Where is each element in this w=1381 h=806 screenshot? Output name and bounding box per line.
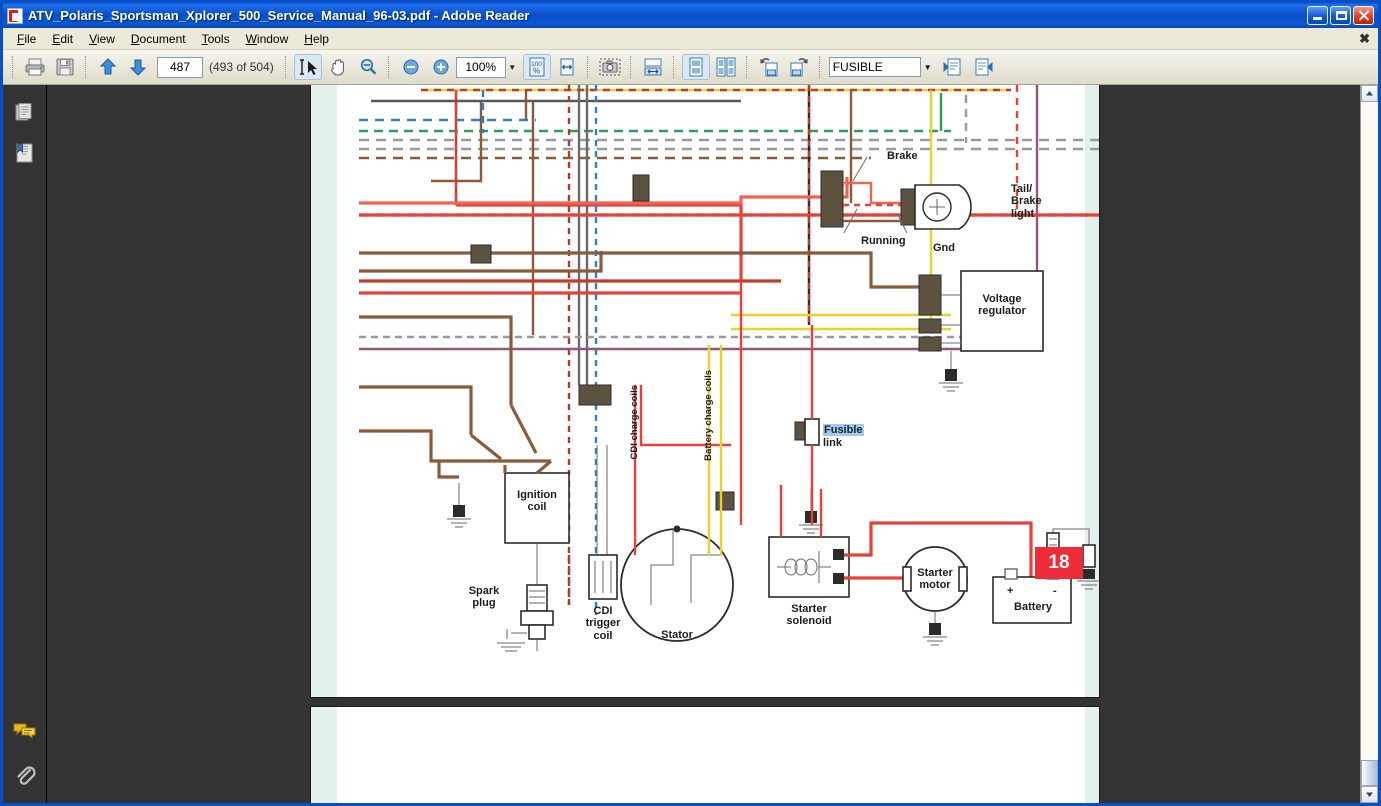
label-tail-brake-light: Tail/ Brake light — [1011, 183, 1042, 220]
pdf-document-icon — [7, 7, 23, 24]
label-cdi-trigger-coil: CDI trigger coil — [585, 605, 621, 642]
menu-window[interactable]: Window — [238, 30, 297, 48]
toolbar-separator — [586, 56, 590, 78]
maximize-button[interactable] — [1330, 6, 1351, 25]
zoom-in-icon[interactable] — [427, 54, 455, 80]
hand-icon[interactable] — [324, 54, 352, 80]
close-window-button[interactable] — [1353, 6, 1374, 25]
label-fusible: Fusible — [823, 424, 864, 436]
comments-panel-icon[interactable] — [12, 717, 38, 745]
pdf-page-488: 488 WIRING DIAGRAMS — [311, 707, 1099, 803]
arrow-down-icon[interactable] — [124, 54, 152, 80]
select-text-icon[interactable] — [293, 54, 322, 80]
document-viewport[interactable]: .w{fill:none;stroke-width:3.2} .w2{fill:… — [47, 85, 1360, 803]
rotate-clockwise-icon[interactable] — [785, 54, 813, 80]
printer-icon[interactable] — [21, 54, 49, 80]
menu-help[interactable]: Help — [296, 30, 337, 48]
scrollbar-thumb[interactable] — [1361, 760, 1378, 786]
search-highlight-fusible: Fusible — [823, 424, 864, 436]
pages-panel-icon[interactable] — [12, 99, 38, 127]
arrow-up-icon[interactable] — [94, 54, 122, 80]
page-margin-left — [311, 707, 337, 803]
previous-search-result-icon[interactable] — [939, 54, 967, 80]
toolbar-separator — [387, 56, 391, 78]
facing-pages-view-icon[interactable] — [712, 54, 740, 80]
label-battery-minus: - — [1053, 585, 1057, 597]
label-ignition-coil: Ignition coil — [517, 489, 557, 514]
adobe-reader-window: ATV_Polaris_Sportsman_Xplorer_500_Servic… — [0, 0, 1381, 806]
label-gnd: Gnd — [933, 242, 955, 254]
pdf-page-487: .w{fill:none;stroke-width:3.2} .w2{fill:… — [311, 85, 1099, 697]
menu-edit[interactable]: Edit — [44, 30, 81, 48]
label-battery: Battery — [1014, 601, 1052, 613]
label-starter-motor: Starter motor — [917, 567, 953, 592]
label-cdi-charge-coils: CDI charge coils — [629, 385, 640, 460]
window-controls — [1307, 6, 1376, 25]
attachments-panel-icon[interactable] — [12, 761, 38, 789]
menu-document[interactable]: Document — [123, 30, 194, 48]
page-corner-badge: 18 — [1035, 547, 1083, 579]
close-document-icon[interactable]: ✖ — [1359, 32, 1370, 45]
toolbar-separator — [818, 56, 822, 78]
zoom-out-icon[interactable] — [397, 54, 425, 80]
chevron-down-icon[interactable]: ▼ — [506, 58, 519, 77]
bookmarks-panel-icon[interactable] — [12, 139, 38, 167]
label-link: link — [823, 437, 842, 449]
label-battery-plus: + — [1007, 585, 1014, 597]
fit-page-icon[interactable] — [639, 54, 667, 80]
window-title: ATV_Polaris_Sportsman_Xplorer_500_Servic… — [28, 8, 530, 23]
zoom-level-input[interactable]: 100% — [455, 56, 506, 78]
menu-view[interactable]: View — [81, 30, 123, 48]
magnifier-icon[interactable] — [354, 54, 382, 80]
label-brake: Brake — [887, 150, 918, 162]
camera-snapshot-icon[interactable] — [596, 54, 624, 80]
fit-width-icon[interactable] — [553, 54, 581, 80]
next-search-result-icon[interactable] — [969, 54, 997, 80]
search-input[interactable]: FUSIBLE — [828, 57, 921, 77]
menu-tools[interactable]: Tools — [194, 30, 238, 48]
toolbar-separator — [12, 56, 15, 78]
page-margin-right — [1085, 707, 1099, 803]
navigation-pane — [3, 85, 47, 803]
page-number-input[interactable]: 487 — [157, 56, 203, 78]
vertical-scrollbar[interactable] — [1360, 85, 1378, 803]
chevron-down-icon[interactable]: ▼ — [921, 63, 935, 72]
toolbar: 487 (493 of 504) 100% ▼ 100 % FUSIBLE ▼ — [3, 50, 1378, 85]
label-stator: Stator — [661, 629, 693, 641]
label-battery-charge-coils: Battery charge coils — [703, 370, 714, 461]
label-spark-plug: Spark plug — [468, 585, 500, 610]
rotate-counterclockwise-icon[interactable] — [755, 54, 783, 80]
label-starter-solenoid: Starter solenoid — [786, 603, 832, 628]
minimize-button[interactable] — [1307, 6, 1328, 25]
label-voltage-regulator: Voltage regulator — [978, 293, 1026, 318]
menu-bar: File Edit View Document Tools Window Hel… — [3, 28, 1378, 50]
single-page-view-icon[interactable] — [681, 54, 710, 80]
menu-file[interactable]: File — [9, 30, 44, 48]
toolbar-separator — [629, 56, 633, 78]
label-running: Running — [861, 235, 906, 247]
scroll-down-icon[interactable] — [1361, 786, 1378, 803]
toolbar-separator — [284, 56, 288, 78]
search-input-value: FUSIBLE — [832, 60, 883, 74]
toolbar-separator — [745, 56, 749, 78]
scrollbar-track[interactable] — [1361, 102, 1378, 786]
svg-text:%: % — [533, 67, 540, 76]
title-bar: ATV_Polaris_Sportsman_Xplorer_500_Servic… — [3, 3, 1378, 28]
toolbar-separator — [85, 56, 88, 78]
page-count-label: (493 of 504) — [209, 60, 274, 74]
toolbar-separator — [672, 56, 676, 78]
actual-size-100-icon[interactable]: 100 % — [522, 54, 551, 80]
save-disk-icon[interactable] — [51, 54, 79, 80]
scroll-up-icon[interactable] — [1361, 85, 1378, 102]
main-area: .w{fill:none;stroke-width:3.2} .w2{fill:… — [3, 85, 1378, 803]
